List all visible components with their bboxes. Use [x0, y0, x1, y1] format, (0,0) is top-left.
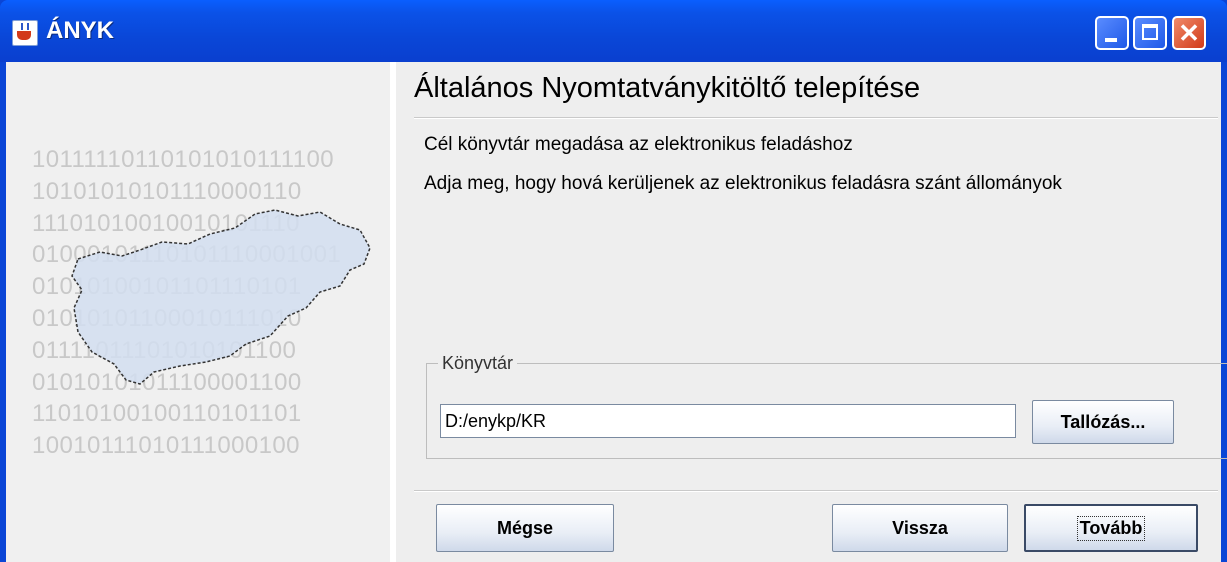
next-button-label: Tovább [1076, 515, 1146, 541]
next-button[interactable]: Tovább [1024, 504, 1198, 552]
minimize-button[interactable] [1095, 16, 1129, 50]
title-bar[interactable]: ÁNYK ✕ [0, 0, 1227, 62]
window-title: ÁNYK [46, 17, 115, 44]
page-title: Általános Nyomtatványkitöltő telepítése [414, 72, 921, 104]
maximize-icon [1142, 24, 1158, 40]
directory-group-legend: Könyvtár [438, 353, 518, 374]
decorative-side-panel: 10111110110101010111100 10101010101110000… [6, 62, 390, 562]
cancel-button[interactable]: Mégse [436, 504, 614, 552]
window-content: 10111110110101010111100 10101010101110000… [6, 62, 1227, 562]
installer-window: ÁNYK ✕ 10111110110101010111100 1010101010… [0, 0, 1227, 562]
hungary-map-icon [71, 209, 371, 385]
close-button[interactable]: ✕ [1172, 16, 1206, 50]
browse-button[interactable]: Tallózás... [1032, 400, 1174, 444]
step-subtitle: Cél könyvtár megadása az elektronikus fe… [424, 134, 853, 155]
divider [414, 117, 1218, 119]
step-description: Adja meg, hogy hová kerüljenek az elektr… [424, 173, 1062, 194]
divider [414, 490, 1218, 492]
minimize-icon [1105, 38, 1117, 42]
close-icon: ✕ [1178, 18, 1200, 48]
maximize-button[interactable] [1133, 16, 1167, 50]
back-button[interactable]: Vissza [832, 504, 1008, 552]
directory-path-input[interactable] [440, 404, 1016, 438]
java-app-icon [12, 20, 38, 46]
wizard-content: Általános Nyomtatványkitöltő telepítése … [396, 62, 1227, 562]
